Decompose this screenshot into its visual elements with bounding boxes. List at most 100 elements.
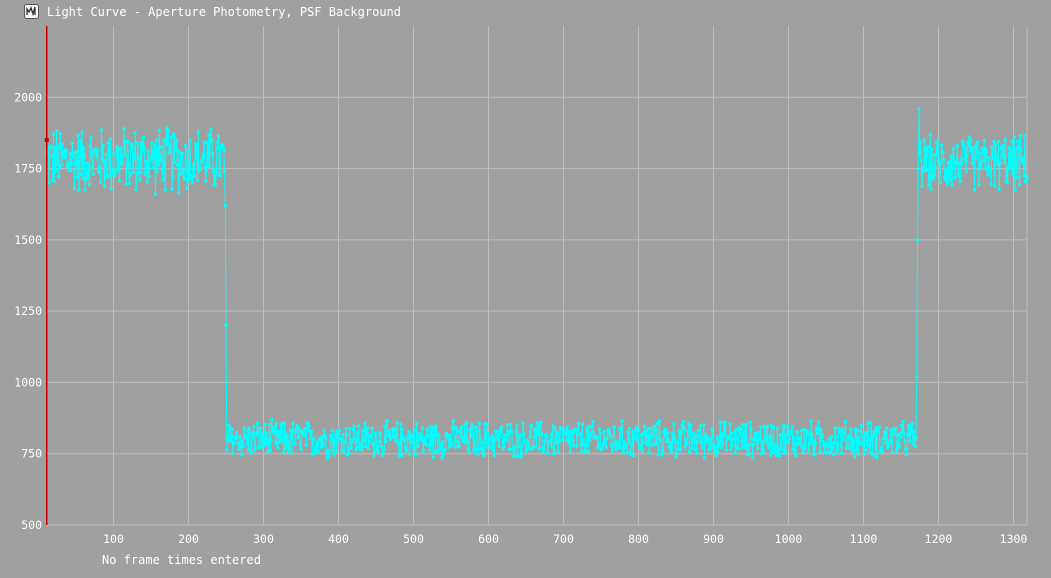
data-point (107, 148, 111, 152)
data-point (124, 182, 128, 186)
data-point (71, 156, 75, 159)
light-curve-chart[interactable]: 100 200 300 400 500 600 700 800 900 1000 1100 1200 1… (0, 0, 1051, 578)
data-point (856, 428, 859, 432)
data-point (679, 430, 683, 434)
data-point (548, 440, 552, 444)
data-point (403, 439, 406, 443)
data-point (587, 424, 591, 428)
data-point (70, 162, 73, 166)
data-point (693, 448, 697, 452)
data-point (164, 140, 168, 144)
data-point (293, 442, 297, 446)
data-point (1003, 161, 1006, 165)
data-point (990, 145, 994, 149)
data-point (173, 135, 177, 139)
data-point (664, 427, 667, 431)
data-point (602, 430, 606, 433)
data-point (790, 425, 794, 429)
data-point (805, 429, 809, 433)
data-point (237, 447, 241, 451)
data-point (475, 429, 479, 433)
data-point (939, 161, 943, 165)
data-point (908, 440, 912, 443)
data-point (78, 150, 82, 154)
data-point (975, 144, 979, 148)
data-point (645, 434, 649, 438)
data-point (690, 446, 694, 450)
data-point (205, 141, 209, 145)
data-point (663, 434, 667, 438)
data-point (967, 144, 970, 148)
data-point (832, 440, 836, 444)
data-point (556, 450, 560, 454)
data-point (688, 432, 692, 436)
data-point (929, 187, 933, 191)
data-point (354, 448, 358, 452)
data-point (415, 422, 418, 426)
data-point (424, 436, 427, 440)
data-point (360, 448, 364, 452)
data-point (991, 157, 994, 161)
data-point (386, 434, 390, 438)
data-point (1021, 161, 1024, 165)
data-point (742, 444, 746, 448)
data-point (934, 165, 937, 169)
data-point (73, 186, 76, 190)
data-point (490, 433, 494, 437)
data-point (450, 442, 454, 446)
x-tick-label: 1200 (925, 532, 953, 546)
data-point (397, 441, 400, 445)
data-point (596, 445, 600, 449)
data-point (585, 429, 589, 433)
data-point (649, 427, 653, 431)
x-tick-label: 900 (703, 532, 724, 546)
data-point (90, 152, 94, 156)
data-point (202, 154, 205, 157)
data-point (290, 451, 294, 455)
data-point (720, 432, 724, 435)
data-point (537, 424, 541, 428)
data-point (755, 441, 759, 445)
x-tick-label: 400 (328, 532, 349, 546)
data-point (387, 429, 391, 433)
data-point (948, 160, 952, 164)
data-point (715, 453, 718, 457)
data-point (297, 436, 301, 440)
data-point (625, 451, 629, 455)
data-point (130, 146, 134, 150)
data-point (306, 429, 310, 433)
data-point (109, 187, 113, 191)
data-point (458, 429, 462, 433)
data-point (242, 426, 246, 430)
data-point (88, 183, 91, 186)
data-point (199, 167, 202, 171)
data-point (247, 448, 250, 452)
data-point (820, 436, 823, 439)
data-point (619, 426, 623, 430)
data-point (884, 441, 888, 445)
data-point (500, 425, 504, 429)
data-point (653, 428, 657, 432)
data-point (102, 159, 106, 163)
data-point (748, 420, 752, 424)
data-point (443, 448, 447, 452)
data-point (727, 435, 731, 439)
data-point (799, 428, 803, 432)
data-point (660, 453, 664, 457)
data-point (190, 181, 194, 185)
data-point (74, 150, 78, 154)
data-point (979, 163, 983, 167)
data-point (661, 445, 664, 449)
data-point (569, 429, 573, 433)
data-point (609, 434, 613, 438)
data-point (514, 429, 518, 433)
data-point (408, 452, 412, 456)
data-point (343, 451, 346, 455)
data-point (227, 423, 231, 427)
data-point (508, 447, 511, 451)
data-point (181, 169, 185, 173)
y-tick-label: 1000 (14, 375, 42, 389)
data-point (738, 432, 742, 436)
data-point (868, 444, 871, 448)
data-point (546, 451, 550, 455)
